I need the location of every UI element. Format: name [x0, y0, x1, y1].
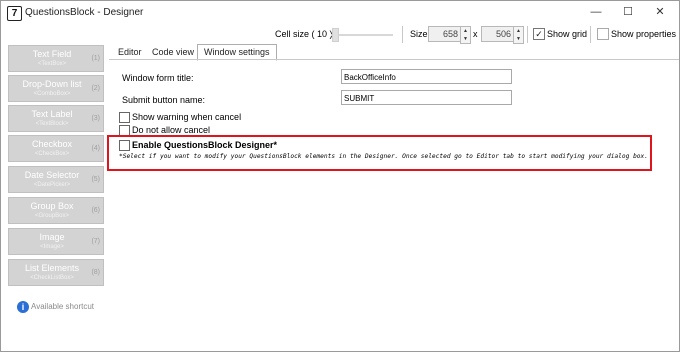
element-type: <TextBlock>: [35, 121, 69, 127]
element-type: <CheckBox>: [34, 151, 70, 157]
maximize-button[interactable]: ☐: [615, 3, 641, 21]
element-name: Text Field: [32, 49, 72, 59]
cell-size-slider-thumb[interactable]: [332, 28, 339, 42]
element-type: <CheckListBox>: [30, 275, 74, 281]
element-type: <TextBox>: [37, 61, 67, 67]
height-input[interactable]: 506: [481, 26, 515, 42]
width-input[interactable]: 658: [428, 26, 462, 42]
element-checkbox-button[interactable]: Checkbox <CheckBox> (4): [8, 135, 104, 162]
show-properties-label: Show properties: [611, 29, 677, 39]
submit-name-label: Submit button name:: [122, 95, 206, 105]
tab-code-view[interactable]: Code view: [152, 45, 194, 59]
element-image-button[interactable]: Image <Image> (7): [8, 228, 104, 255]
cell-size-slider-track[interactable]: [331, 34, 393, 36]
element-name: List Elements: [24, 263, 80, 273]
element-shortcut: (8): [91, 269, 100, 276]
tab-editor[interactable]: Editor: [118, 45, 142, 59]
element-group-box-button[interactable]: Group Box <GroupBox> (6): [8, 197, 104, 224]
show-warning-label: Show warning when cancel: [132, 112, 242, 122]
show-properties-checkbox[interactable]: [597, 28, 609, 40]
available-shortcut-label: Available shortcut: [31, 302, 94, 311]
form-title-label: Window form title:: [122, 73, 194, 83]
element-name: Group Box: [30, 201, 74, 211]
spin-up-icon[interactable]: ▲: [461, 27, 470, 35]
element-name: Checkbox: [31, 139, 73, 149]
element-name: Drop-Down list: [22, 79, 82, 89]
show-warning-checkbox[interactable]: [119, 112, 130, 123]
element-type: <ComboBox>: [33, 91, 71, 97]
tab-divider: [109, 59, 679, 60]
element-date-selector-button[interactable]: Date Selector <DatePicker> (5): [8, 166, 104, 193]
element-shortcut: (3): [91, 115, 100, 122]
element-type: <GroupBox>: [34, 213, 70, 219]
element-list-elements-button[interactable]: List Elements <CheckListBox> (8): [8, 259, 104, 286]
toolbar: Cell size ( 10 ) Size: 658 ▲ ▼ x 506 ▲ ▼ ✓…: [1, 25, 679, 45]
form-title-input[interactable]: BackOfficeInfo: [341, 69, 512, 84]
element-type: <DatePicker>: [33, 182, 71, 188]
element-type: <Image>: [40, 244, 64, 250]
element-name: Text Label: [31, 109, 73, 119]
close-button[interactable]: ✕: [647, 3, 673, 21]
toolbar-separator: [402, 26, 403, 43]
spin-up-icon[interactable]: ▲: [514, 27, 523, 35]
element-shortcut: (2): [91, 85, 100, 92]
element-name: Date Selector: [24, 170, 80, 180]
element-shortcut: (7): [91, 238, 100, 245]
enable-designer-label: Enable QuestionsBlock Designer*: [132, 140, 278, 150]
minimize-button[interactable]: —: [583, 3, 609, 21]
window-title: QuestionsBlock - Designer: [25, 7, 144, 18]
element-drop-down-list-button[interactable]: Drop-Down list <ComboBox> (2): [8, 75, 104, 102]
cell-size-label: Cell size ( 10 ): [275, 29, 333, 39]
show-grid-label: Show grid: [547, 29, 588, 39]
show-grid-checkbox[interactable]: ✓: [533, 28, 545, 40]
spin-down-icon[interactable]: ▼: [514, 35, 523, 43]
element-shortcut: (5): [91, 176, 100, 183]
width-spinner[interactable]: ▲ ▼: [460, 26, 471, 44]
element-shortcut: (1): [91, 55, 100, 62]
element-shortcut: (4): [91, 145, 100, 152]
info-icon: i: [17, 301, 29, 313]
size-label: Size:: [410, 29, 431, 39]
size-x-label: x: [473, 29, 478, 39]
no-cancel-label: Do not allow cancel: [132, 125, 211, 135]
enable-designer-description: *Select if you want to modify your Quest…: [119, 153, 648, 160]
toolbar-separator: [590, 26, 591, 43]
element-shortcut: (6): [91, 207, 100, 214]
element-text-field-button[interactable]: Text Field <TextBox> (1): [8, 45, 104, 72]
app-icon: 7: [7, 6, 22, 21]
title-bar: 7 QuestionsBlock - Designer — ☐ ✕: [1, 1, 679, 25]
toolbar-separator: [527, 26, 528, 43]
designer-window: 7 QuestionsBlock - Designer — ☐ ✕ Cell s…: [0, 0, 680, 352]
submit-name-input[interactable]: SUBMIT: [341, 90, 512, 105]
element-text-label-button[interactable]: Text Label <TextBlock> (3): [8, 105, 104, 132]
element-name: Image: [39, 232, 65, 242]
height-spinner[interactable]: ▲ ▼: [513, 26, 524, 44]
enable-designer-checkbox[interactable]: [119, 140, 130, 151]
spin-down-icon[interactable]: ▼: [461, 35, 470, 43]
